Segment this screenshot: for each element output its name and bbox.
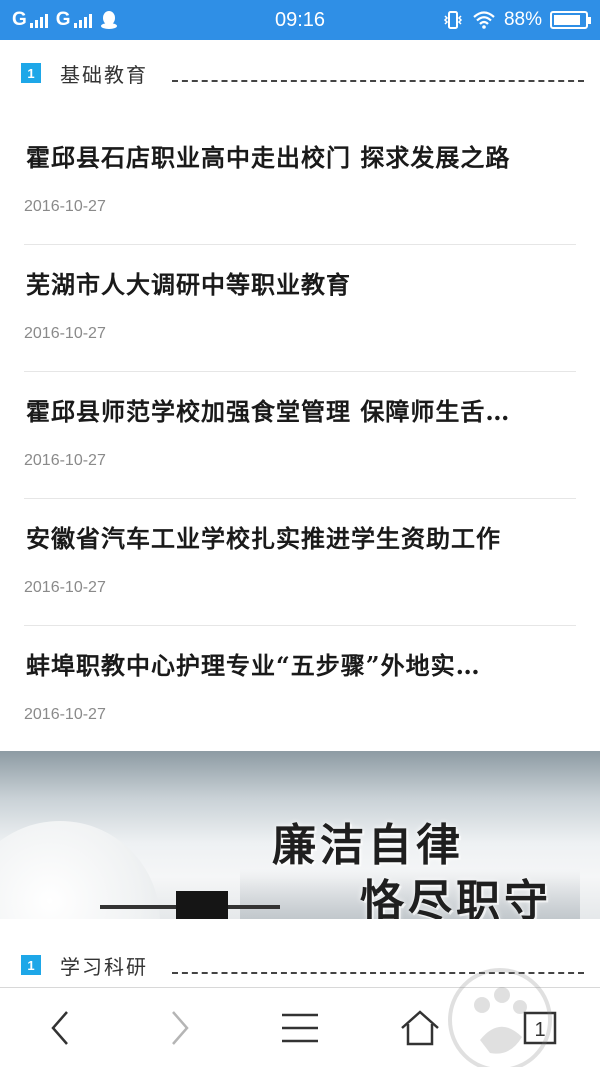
section-number-badge: 1: [21, 955, 41, 975]
wifi-icon: [473, 11, 495, 29]
carrier-label-1: G: [12, 9, 27, 30]
menu-button[interactable]: [260, 988, 340, 1068]
section-title: 学习科研: [60, 954, 148, 979]
battery-icon: [550, 11, 591, 29]
forward-arrow-icon: [172, 1011, 189, 1045]
signal-2: G: [56, 9, 92, 31]
carrier-label-2: G: [55, 9, 71, 30]
section-divider: [172, 972, 584, 974]
home-button[interactable]: [380, 988, 460, 1068]
status-right: 88%: [442, 9, 591, 31]
battery-percent: 88%: [503, 9, 542, 30]
banner-slogan-line1: 廉洁自律: [272, 820, 464, 871]
news-title[interactable]: 蚌埠职教中心护理专业“五步骤”外地实…: [26, 646, 578, 681]
section-divider: [172, 80, 584, 82]
vibrate-icon: [443, 11, 463, 29]
back-arrow-icon: [51, 1011, 68, 1045]
status-left: G G: [12, 9, 118, 31]
news-date: 2016-10-27: [24, 198, 106, 215]
signal-bars-icon: [29, 12, 48, 28]
news-item[interactable]: 芜湖市人大调研中等职业教育 2016-10-27: [24, 245, 576, 372]
signal-bars-icon: [73, 12, 92, 28]
news-title[interactable]: 霍邱县师范学校加强食堂管理 保障师生舌…: [26, 392, 578, 427]
news-title[interactable]: 霍邱县石店职业高中走出校门 探求发展之路: [26, 138, 578, 173]
news-list: 霍邱县石店职业高中走出校门 探求发展之路 2016-10-27 芜湖市人大调研中…: [0, 118, 600, 753]
promo-banner[interactable]: 廉洁自律 恪尽职守: [0, 751, 600, 919]
news-item[interactable]: 霍邱县石店职业高中走出校门 探求发展之路 2016-10-27: [24, 118, 576, 245]
back-button[interactable]: [20, 988, 100, 1068]
tabs-icon: 1: [523, 1011, 557, 1045]
section-header-basic-education[interactable]: 1 基础教育: [0, 48, 600, 98]
news-date: 2016-10-27: [24, 579, 106, 596]
news-date: 2016-10-27: [24, 325, 106, 342]
news-date: 2016-10-27: [24, 452, 106, 469]
banner-slogan-line2: 恪尽职守: [360, 876, 552, 919]
menu-icon: [282, 1013, 318, 1043]
news-item[interactable]: 霍邱县师范学校加强食堂管理 保障师生舌… 2016-10-27: [24, 372, 576, 499]
news-item[interactable]: 蚌埠职教中心护理专业“五步骤”外地实… 2016-10-27: [24, 626, 576, 753]
news-date: 2016-10-27: [24, 706, 106, 723]
news-title[interactable]: 安徽省汽车工业学校扎实推进学生资助工作: [26, 519, 578, 554]
browser-toolbar: 1: [0, 987, 600, 1068]
home-icon: [401, 1010, 439, 1046]
qq-notification-icon: [100, 11, 117, 29]
forward-button[interactable]: [140, 988, 220, 1068]
status-bar: G G 09:16 88%: [0, 0, 600, 40]
section-header-study-research[interactable]: 1 学习科研: [0, 940, 600, 990]
news-title[interactable]: 芜湖市人大调研中等职业教育: [26, 265, 578, 300]
news-item[interactable]: 安徽省汽车工业学校扎实推进学生资助工作 2016-10-27: [24, 499, 576, 626]
tab-count: 1: [534, 1019, 545, 1041]
tabs-button[interactable]: 1: [500, 988, 580, 1068]
section-number-badge: 1: [21, 63, 41, 83]
banner-ink-block: [176, 891, 228, 919]
section-title: 基础教育: [60, 62, 148, 87]
signal-1: G: [12, 9, 48, 31]
